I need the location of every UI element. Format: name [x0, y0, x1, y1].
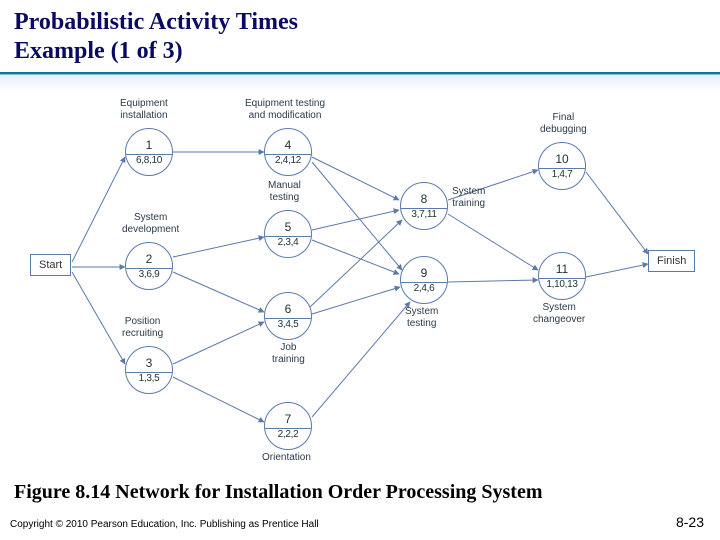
- activity-node-11: 11 1,10,13: [538, 252, 586, 300]
- terminal-finish: Finish: [648, 250, 695, 272]
- node-times: 1,10,13: [539, 280, 585, 290]
- label-final-debugging: Finaldebugging: [540, 112, 587, 135]
- activity-node-2: 2 3,6,9: [125, 242, 173, 290]
- activity-node-6: 6 3,4,5: [264, 292, 312, 340]
- figure-caption: Figure 8.14 Network for Installation Ord…: [14, 481, 542, 504]
- node-times: 2,4,12: [265, 156, 311, 166]
- node-times: 1,3,5: [126, 374, 172, 384]
- node-number: 2: [126, 253, 172, 265]
- label-position-recruiting: Positionrecruiting: [122, 316, 163, 339]
- label-orientation: Orientation: [262, 452, 311, 464]
- label-manual-testing: Manualtesting: [268, 180, 301, 203]
- node-number: 10: [539, 153, 585, 165]
- title-gradient: [0, 75, 720, 91]
- activity-node-9: 9 2,4,6: [400, 256, 448, 304]
- activity-node-5: 5 2,3,4: [264, 210, 312, 258]
- network-diagram: Start Finish 1 6,8,10 2 3,6,9 3 1,3,5 4 …: [0, 92, 720, 482]
- label-system-training: Systemtraining: [452, 186, 485, 209]
- node-number: 7: [265, 413, 311, 425]
- node-number: 6: [265, 303, 311, 315]
- node-number: 1: [126, 139, 172, 151]
- activity-node-8: 8 3,7,11: [400, 182, 448, 230]
- node-number: 11: [539, 263, 585, 275]
- node-number: 3: [126, 357, 172, 369]
- node-times: 1,4,7: [539, 170, 585, 180]
- activity-node-10: 10 1,4,7: [538, 142, 586, 190]
- label-job-training: Jobtraining: [272, 342, 305, 365]
- activity-node-4: 4 2,4,12: [264, 128, 312, 176]
- label-system-testing: Systemtesting: [405, 306, 438, 329]
- slide-number: 8-23: [676, 514, 704, 530]
- activity-node-1: 1 6,8,10: [125, 128, 173, 176]
- node-number: 4: [265, 139, 311, 151]
- activity-node-3: 3 1,3,5: [125, 346, 173, 394]
- node-times: 2,2,2: [265, 430, 311, 440]
- label-system-development: Systemdevelopment: [122, 212, 179, 235]
- slide-title-line2: Example (1 of 3): [14, 37, 706, 66]
- node-times: 3,7,11: [401, 210, 447, 220]
- node-times: 2,3,4: [265, 238, 311, 248]
- node-times: 2,4,6: [401, 284, 447, 294]
- label-system-changeover: Systemchangeover: [533, 302, 585, 325]
- label-equipment-installation: Equipmentinstallation: [120, 98, 168, 121]
- node-number: 9: [401, 267, 447, 279]
- copyright-footer: Copyright © 2010 Pearson Education, Inc.…: [10, 519, 319, 530]
- slide-title-line1: Probabilistic Activity Times: [14, 8, 706, 37]
- label-equipment-testing: Equipment testingand modification: [245, 98, 325, 121]
- activity-node-7: 7 2,2,2: [264, 402, 312, 450]
- node-number: 8: [401, 193, 447, 205]
- node-times: 3,4,5: [265, 320, 311, 330]
- node-number: 5: [265, 221, 311, 233]
- node-times: 6,8,10: [126, 156, 172, 166]
- node-times: 3,6,9: [126, 270, 172, 280]
- terminal-start: Start: [30, 254, 71, 276]
